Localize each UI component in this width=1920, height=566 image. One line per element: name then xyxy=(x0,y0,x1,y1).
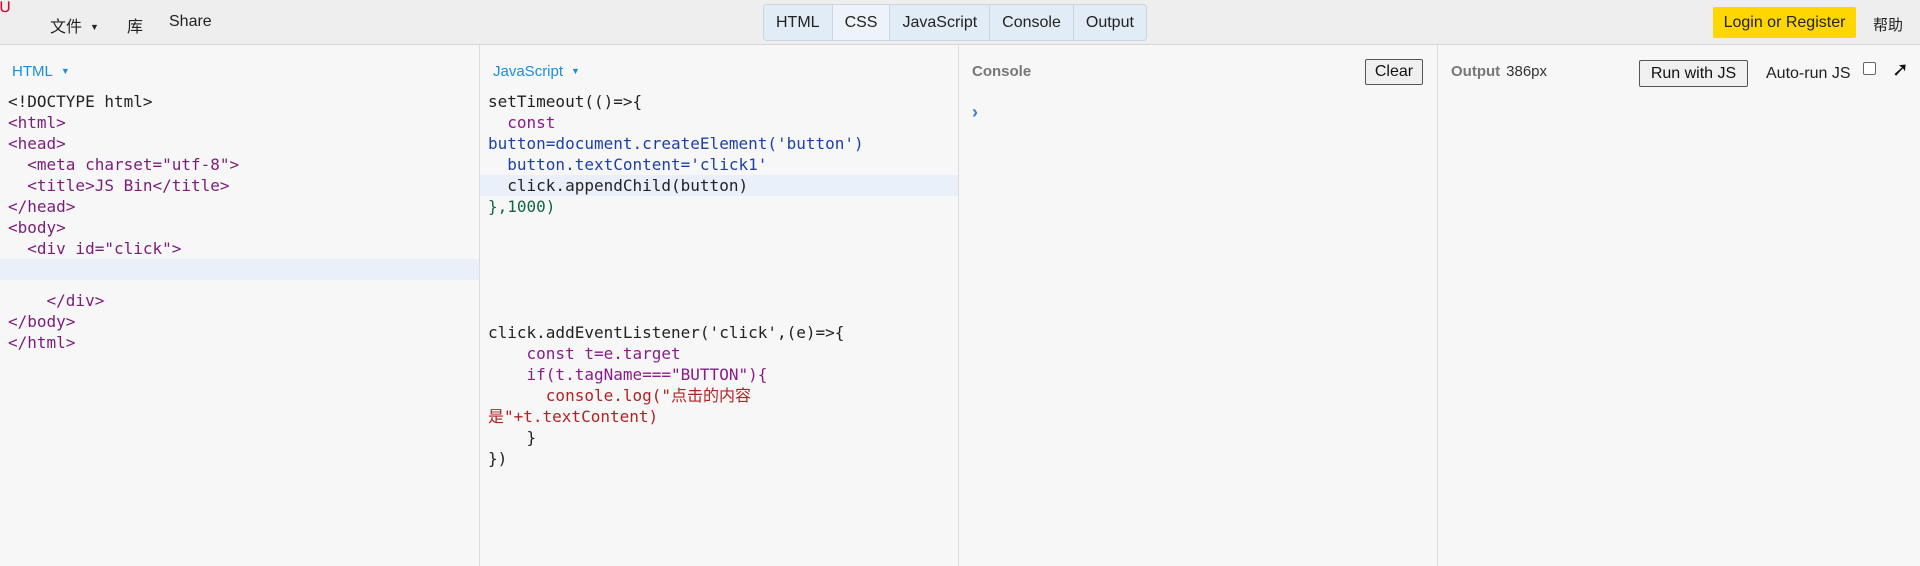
code-line-active xyxy=(0,259,479,280)
javascript-code-editor[interactable]: setTimeout(()=>{ const button=document.c… xyxy=(480,91,958,469)
caret-down-icon: ▼ xyxy=(60,66,70,76)
code-line: button=document.createElement('button') xyxy=(488,134,864,153)
chevron-right-icon: › xyxy=(972,102,978,122)
output-panel-label: Output xyxy=(1451,63,1501,80)
tab-output[interactable]: Output xyxy=(1072,5,1146,40)
code-line: } xyxy=(488,428,537,447)
code-line: button.textContent='click1' xyxy=(488,155,768,174)
console-panel-label: Console xyxy=(972,63,1032,80)
tab-css[interactable]: CSS xyxy=(831,5,890,40)
panel-tabs: HTML CSS JavaScript Console Output xyxy=(763,4,1147,41)
code-line: <div id="click"> xyxy=(8,239,182,258)
code-line: </body> xyxy=(8,312,76,331)
tab-html[interactable]: HTML xyxy=(764,5,832,40)
autorun-js-label: Auto-run JS xyxy=(1766,65,1851,82)
code-line: </html> xyxy=(8,333,76,352)
code-line: }) xyxy=(488,449,508,468)
file-menu-label: 文件 xyxy=(50,19,83,36)
login-register-button[interactable]: Login or Register xyxy=(1713,7,1856,38)
code-line-active: click.appendChild(button) xyxy=(480,175,958,196)
caret-down-icon: ▼ xyxy=(90,22,99,32)
share-menu[interactable]: Share xyxy=(169,13,212,31)
jsbin-logo-icon[interactable]: ⋃ xyxy=(0,0,12,12)
top-bar: ⋃ 文件 ▼ 库 Share HTML CSS JavaScript Consol… xyxy=(0,0,1920,45)
code-line: </head> xyxy=(8,197,76,216)
tab-javascript[interactable]: JavaScript xyxy=(889,5,990,40)
code-line: console.log("点击的内容 xyxy=(488,386,752,405)
code-line: <meta charset="utf-8"> xyxy=(8,155,240,174)
output-panel-header: Output 386px xyxy=(1451,63,1547,80)
html-panel-dropdown[interactable]: HTML ▼ xyxy=(12,63,70,80)
html-panel-label: HTML xyxy=(12,63,53,80)
code-line: setTimeout(()=>{ xyxy=(488,92,643,111)
library-menu[interactable]: 库 xyxy=(127,13,143,37)
clear-console-button[interactable]: Clear xyxy=(1365,59,1423,85)
code-line: <title>JS Bin</title> xyxy=(8,176,230,195)
javascript-editor-panel: JavaScript ▼ setTimeout(()=>{ const butto… xyxy=(480,45,959,566)
code-line: if(t.tagName==="BUTTON"){ xyxy=(488,365,768,384)
code-line: click.addEventListener('click',(e)=>{ xyxy=(488,323,845,342)
run-with-js-button[interactable]: Run with JS xyxy=(1639,60,1748,87)
code-line: <head> xyxy=(8,134,66,153)
code-line: 是"+t.textContent) xyxy=(488,407,659,426)
code-line: <html> xyxy=(8,113,66,132)
external-arrow-icon[interactable]: ➚ xyxy=(1892,57,1909,82)
javascript-panel-label: JavaScript xyxy=(493,63,564,80)
file-menu[interactable]: 文件 ▼ xyxy=(50,13,99,37)
tab-console[interactable]: Console xyxy=(989,5,1073,40)
help-menu[interactable]: 帮助 xyxy=(1873,14,1903,35)
code-line: const t=e.target xyxy=(488,344,681,363)
javascript-panel-dropdown[interactable]: JavaScript ▼ xyxy=(493,63,580,80)
output-panel: Output 386px Run with JS Auto-run JS ➚ xyxy=(1438,45,1920,566)
html-editor-panel: HTML ▼ <!DOCTYPE html> <html> <head> <met… xyxy=(0,45,480,566)
code-line: </div> xyxy=(8,291,105,310)
code-line: const xyxy=(488,113,556,132)
autorun-js-checkbox[interactable] xyxy=(1863,62,1876,75)
code-line: },1000) xyxy=(488,197,556,216)
output-size-label: 386px xyxy=(1506,63,1548,80)
html-code-editor[interactable]: <!DOCTYPE html> <html> <head> <meta char… xyxy=(0,91,479,353)
code-line: <!DOCTYPE html> xyxy=(8,92,153,111)
caret-down-icon: ▼ xyxy=(571,66,580,76)
code-line: <body> xyxy=(8,218,66,237)
console-panel: Console Clear › xyxy=(959,45,1438,566)
